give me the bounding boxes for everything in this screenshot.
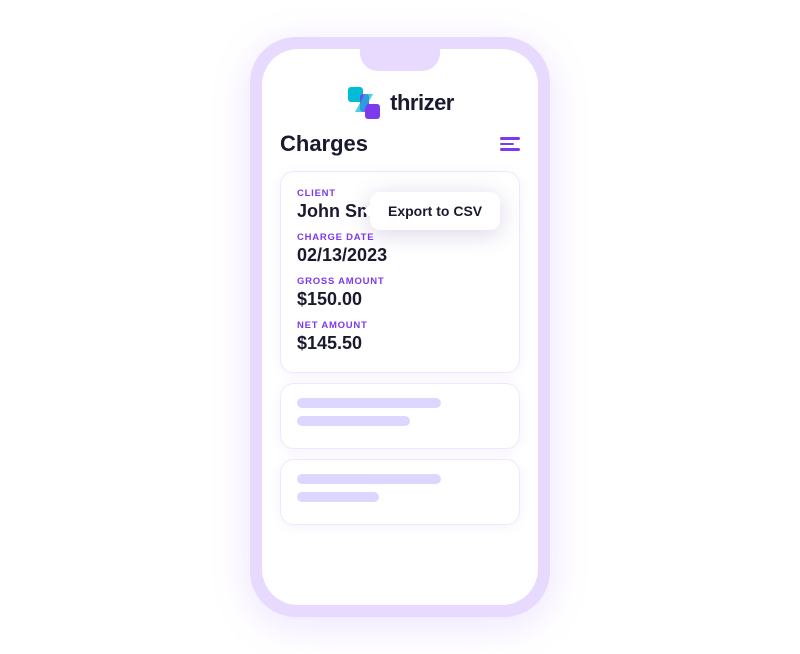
charge-date-value: 02/13/2023 [297,245,503,266]
skeleton-line [297,474,441,484]
skeleton-card-2 [280,459,520,525]
logo-area: thrizer [262,71,538,131]
menu-button[interactable] [500,137,520,151]
phone-screen: thrizer Charges CLIENT John Smith [262,49,538,605]
gross-amount-value: $150.00 [297,289,503,310]
net-amount-value: $145.50 [297,333,503,354]
menu-line-2 [500,143,514,146]
skeleton-line [297,398,441,408]
thrizer-logo-icon [346,85,382,121]
export-tooltip[interactable]: Export to CSV [370,192,500,230]
skeleton-line [297,492,379,502]
skeleton-card-1 [280,383,520,449]
net-amount-label: NET AMOUNT [297,320,503,331]
menu-line-1 [500,137,520,140]
charges-header: Charges [280,131,520,157]
phone-mockup: thrizer Charges CLIENT John Smith [250,37,550,617]
page-title: Charges [280,131,368,157]
scene: thrizer Charges CLIENT John Smith [0,0,800,654]
export-label: Export to CSV [388,203,482,219]
menu-line-3 [500,148,520,151]
gross-amount-label: GROSS AMOUNT [297,276,503,287]
phone-notch [360,49,440,71]
skeleton-line [297,416,410,426]
app-name: thrizer [390,90,454,116]
charge-date-label: CHARGE DATE [297,232,503,243]
